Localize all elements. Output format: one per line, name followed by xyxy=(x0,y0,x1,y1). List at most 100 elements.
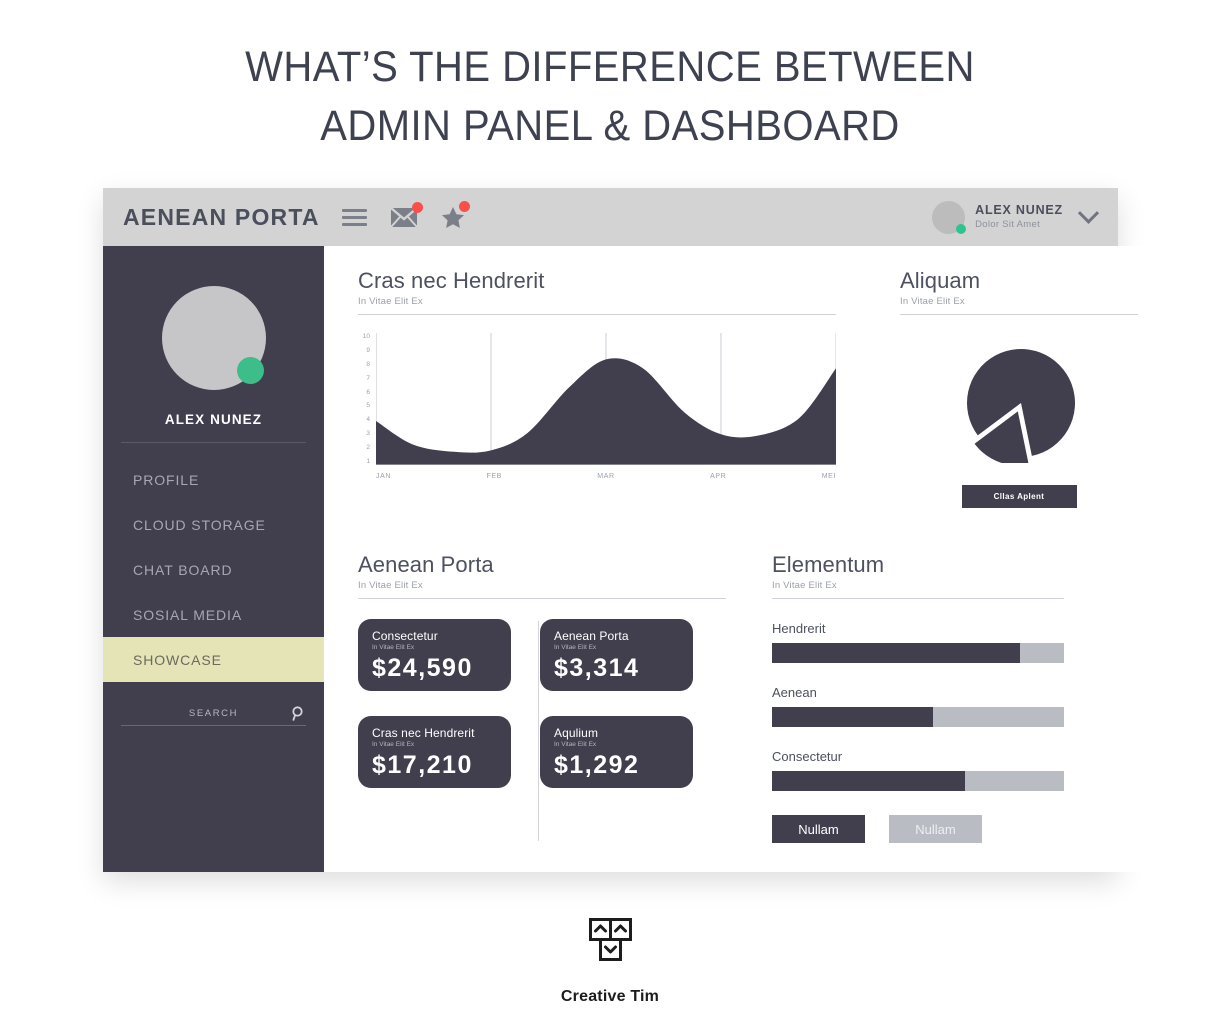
stat-card-name: Aqulium xyxy=(554,726,599,740)
hamburger-icon xyxy=(341,208,367,226)
stats-vertical-divider xyxy=(538,621,539,841)
app-window: AENEAN PORTA ALEX NUNEZ Dolor Sit Amet A… xyxy=(103,188,1166,872)
user-subtitle: Dolor Sit Amet xyxy=(975,218,1041,230)
sidebar: ALEX NUNEZ PROFILE CLOUD STORAGE CHAT BO… xyxy=(103,246,324,872)
y-tick: 10 xyxy=(362,333,370,340)
sidebar-item-showcase[interactable]: SHOWCASE xyxy=(103,637,324,682)
chart-card-rule xyxy=(358,314,836,315)
stats-grid: Consectetur In Vitae Elit Ex $24,590 Aen… xyxy=(358,619,726,841)
chart-plot xyxy=(376,333,836,465)
stat-card-sub: In Vitae Elit Ex xyxy=(554,644,597,651)
stat-card-sub: In Vitae Elit Ex xyxy=(554,741,597,748)
upper-row: Cras nec Hendrerit In Vitae Elit Ex 10 9… xyxy=(358,268,1138,508)
favorites-button[interactable] xyxy=(441,200,470,229)
progress-card-rule xyxy=(772,598,1064,599)
pie-card-title: Aliquam xyxy=(900,268,981,293)
sidebar-item-label: CLOUD STORAGE xyxy=(133,516,266,533)
page-title: WHAT’S THE DIFFERENCE BETWEEN ADMIN PANE… xyxy=(43,0,1178,157)
pie-chart-svg xyxy=(967,349,1075,463)
user-info: ALEX NUNEZ Dolor Sit Amet xyxy=(975,203,1063,231)
nullam-primary-button[interactable]: Nullam xyxy=(772,815,865,843)
sidebar-item-sosial-media[interactable]: SOSIAL MEDIA xyxy=(103,592,324,637)
sidebar-item-label: CHAT BOARD xyxy=(133,561,233,578)
y-tick: 3 xyxy=(366,430,370,438)
nullam-secondary-button[interactable]: Nullam xyxy=(889,815,982,843)
stats-card: Aenean Porta In Vitae Elit Ex Consectetu… xyxy=(358,552,726,843)
stats-card-rule xyxy=(358,598,726,599)
pie-card-subtitle: In Vitae Elit Ex xyxy=(900,296,965,307)
stat-card-value: $1,292 xyxy=(554,751,640,779)
x-tick: APR xyxy=(710,473,727,480)
stat-card-name: Aenean Porta xyxy=(554,629,629,643)
user-name: ALEX NUNEZ xyxy=(975,203,1063,218)
search-icon[interactable] xyxy=(290,706,304,727)
chart-card-subtitle: In Vitae Elit Ex xyxy=(358,296,423,307)
stat-card[interactable]: Aqulium In Vitae Elit Ex $1,292 xyxy=(540,716,693,788)
hamburger-menu-button[interactable] xyxy=(341,208,367,226)
chevron-down-icon[interactable] xyxy=(1077,202,1100,224)
stat-card[interactable]: Consectetur In Vitae Elit Ex $24,590 xyxy=(358,619,511,691)
sidebar-item-label: PROFILE xyxy=(133,471,200,488)
avatar xyxy=(932,200,967,234)
progress-label: Hendrerit xyxy=(772,621,826,636)
top-bar-icons xyxy=(341,200,470,229)
progress-fill xyxy=(772,643,1021,663)
stats-card-title: Aenean Porta xyxy=(358,552,494,577)
sidebar-item-chat-board[interactable]: CHAT BOARD xyxy=(103,547,324,592)
progress-list: Hendrerit Aenean Consectetur xyxy=(772,621,1064,791)
stat-card-sub: In Vitae Elit Ex xyxy=(372,644,415,651)
search-underline xyxy=(121,725,306,726)
pie-card-rule xyxy=(900,314,1138,315)
sidebar-nav: PROFILE CLOUD STORAGE CHAT BOARD SOSIAL … xyxy=(103,457,324,682)
chart-card: Cras nec Hendrerit In Vitae Elit Ex 10 9… xyxy=(358,268,836,508)
stats-card-subtitle: In Vitae Elit Ex xyxy=(358,580,423,591)
lower-row: Aenean Porta In Vitae Elit Ex Consectetu… xyxy=(358,552,1138,843)
stat-card-value: $3,314 xyxy=(554,654,640,682)
y-tick: 2 xyxy=(366,444,370,451)
stat-card-sub: In Vitae Elit Ex xyxy=(372,741,415,748)
progress-fill xyxy=(772,707,933,727)
sidebar-item-label: SHOWCASE xyxy=(133,651,222,668)
y-tick: 7 xyxy=(366,374,370,382)
stat-card-name: Consectetur xyxy=(372,629,438,643)
x-tick: FEB xyxy=(486,473,502,480)
messages-button[interactable] xyxy=(389,201,423,228)
sidebar-item-cloud-storage[interactable]: CLOUD STORAGE xyxy=(103,502,324,547)
main-content: Cras nec Hendrerit In Vitae Elit Ex 10 9… xyxy=(324,246,1166,872)
online-status-dot xyxy=(956,223,967,234)
progress-label: Aenean xyxy=(772,685,817,700)
progress-card-subtitle: In Vitae Elit Ex xyxy=(772,580,837,591)
pie-action-button[interactable]: Cllas Aplent xyxy=(961,485,1077,508)
stat-card-value: $24,590 xyxy=(372,654,473,682)
sidebar-search xyxy=(121,706,306,727)
area-chart: 10 9 8 7 6 5 4 3 2 1 JAN FEB MAR APR MEI xyxy=(358,333,836,493)
sidebar-item-label: SOSIAL MEDIA xyxy=(133,606,243,623)
stat-card-value: $17,210 xyxy=(372,751,473,779)
chart-y-axis: 10 9 8 7 6 5 4 3 2 1 xyxy=(358,333,370,465)
stats-row: Consectetur In Vitae Elit Ex $24,590 Aen… xyxy=(358,619,726,691)
stat-card[interactable]: Cras nec Hendrerit In Vitae Elit Ex $17,… xyxy=(358,716,511,788)
sidebar-divider xyxy=(121,442,306,443)
top-bar: AENEAN PORTA ALEX NUNEZ Dolor Sit Amet xyxy=(103,188,1118,246)
search-input[interactable] xyxy=(121,708,306,719)
stat-card[interactable]: Aenean Porta In Vitae Elit Ex $3,314 xyxy=(540,619,693,691)
sidebar-online-status-dot xyxy=(236,357,264,384)
y-tick: 6 xyxy=(366,388,370,396)
messages-notification-badge xyxy=(411,201,423,213)
y-tick: 8 xyxy=(366,360,370,368)
footer-brand: Creative Tim xyxy=(560,988,660,1005)
sidebar-avatar xyxy=(161,286,266,390)
favorites-notification-badge xyxy=(458,200,470,212)
progress-item: Aenean xyxy=(772,685,1064,727)
creative-tim-logo-icon xyxy=(588,918,632,961)
progress-item: Consectetur xyxy=(772,749,1064,791)
progress-card-title: Elementum xyxy=(772,552,885,577)
sidebar-item-profile[interactable]: PROFILE xyxy=(103,457,324,502)
stat-card-name: Cras nec Hendrerit xyxy=(372,726,475,740)
progress-card: Elementum In Vitae Elit Ex Hendrerit Aen… xyxy=(772,552,1064,843)
user-menu[interactable]: ALEX NUNEZ Dolor Sit Amet xyxy=(932,200,1100,234)
x-tick: MEI xyxy=(821,473,836,480)
progress-label: Consectetur xyxy=(772,749,843,764)
page-title-line-1: WHAT’S THE DIFFERENCE BETWEEN xyxy=(245,43,975,91)
app-body: ALEX NUNEZ PROFILE CLOUD STORAGE CHAT BO… xyxy=(103,246,1166,872)
